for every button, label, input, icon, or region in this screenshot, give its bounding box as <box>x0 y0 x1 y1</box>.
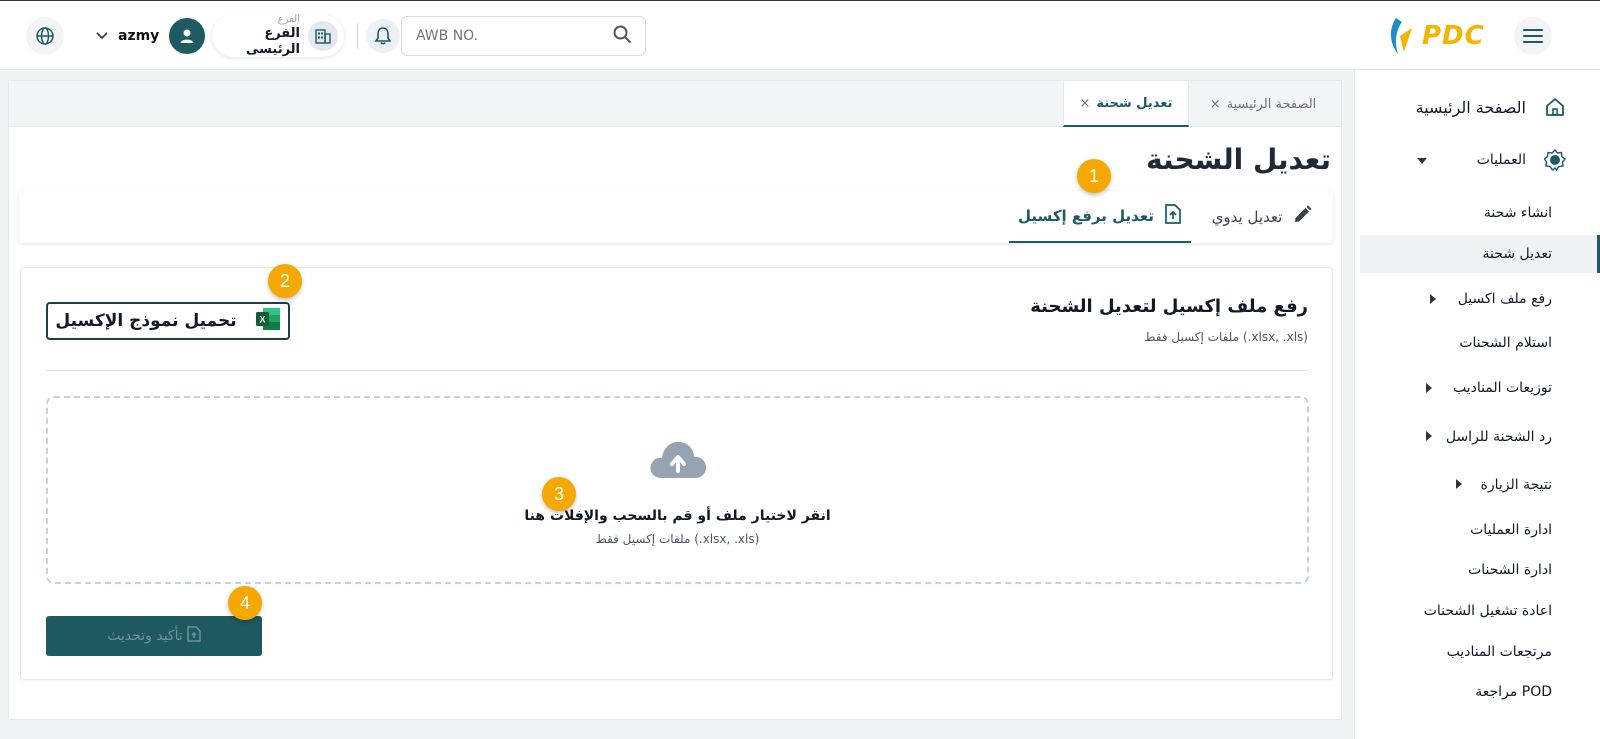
caret-right-icon <box>1426 383 1432 393</box>
sidebar-item-label: مرتجعات المناديب <box>1446 644 1552 660</box>
sidebar: الصفحة الرئيسية العمليات انشاء شحنة تعدي… <box>1354 70 1600 739</box>
sidebar-item-shipments-management[interactable]: ادارة الشحنات <box>1360 551 1600 589</box>
sidebar-item-label: انشاء شحنة <box>1483 205 1552 221</box>
tab-label: تعديل برفع إكسيل <box>1018 207 1154 225</box>
cloud-upload-icon <box>648 438 708 484</box>
button-label: تأكيد وتحديث <box>107 628 183 644</box>
sidebar-item-label: تعديل شحنة <box>1482 246 1552 262</box>
tab-label: الصفحة الرئيسية <box>1226 96 1317 112</box>
logo-mark-icon <box>1390 18 1412 54</box>
branch-selector[interactable]: الفرع الفرع الرئيسى <box>212 14 344 58</box>
new-badge-icon <box>1543 148 1567 175</box>
bell-icon <box>375 27 391 45</box>
sidebar-item-courier-distributions[interactable]: توزيعات المناديب <box>1360 369 1600 407</box>
hamburger-icon <box>1523 29 1543 43</box>
branch-label: الفرع <box>277 14 300 25</box>
sidebar-item-label: ادارة العمليات <box>1470 522 1552 538</box>
top-bar: PDC الفرع الفرع الرئيسى azmy <box>0 0 1600 70</box>
edit-mode-tabs: تعديل يدوي تعديل برفع إكسيل <box>19 191 1333 243</box>
pdc-logo[interactable]: PDC <box>1386 15 1496 57</box>
close-icon[interactable]: × <box>1080 96 1091 111</box>
confirm-update-button[interactable]: تأكيد وتحديث <box>46 616 262 656</box>
excel-icon: X <box>255 307 281 336</box>
sidebar-item-visit-result[interactable]: نتيجة الزيارة <box>1360 466 1600 504</box>
globe-icon <box>36 27 54 45</box>
close-icon[interactable]: × <box>1210 97 1221 112</box>
sidebar-item-label: العمليات <box>1476 152 1526 168</box>
download-template-button[interactable]: تحميل نموذج الإكسيل X <box>46 302 290 340</box>
sidebar-item-label: استلام الشحنات <box>1459 335 1552 351</box>
button-label: تحميل نموذج الإكسيل <box>55 311 237 331</box>
caret-down-icon <box>1417 158 1427 164</box>
step-badge-3: 3 <box>542 477 576 511</box>
upload-title: رفع ملف إكسيل لتعديل الشحنة <box>1030 296 1308 317</box>
sidebar-item-operations-management[interactable]: ادارة العمليات <box>1360 511 1600 549</box>
sidebar-item-label: نتيجة الزيارة <box>1480 477 1552 493</box>
file-upload-icon <box>187 626 201 646</box>
dropzone-main-text: انقر لاختيار ملف أو قم بالسحب والإفلات ه… <box>524 508 831 524</box>
tab-label: تعديل يدوي <box>1211 208 1283 226</box>
tab-excel-upload-edit[interactable]: تعديل برفع إكسيل <box>1009 191 1191 243</box>
building-icon <box>308 21 338 51</box>
divider <box>357 23 358 49</box>
sidebar-item-label: الصفحة الرئيسية <box>1415 97 1526 117</box>
sidebar-item-return-to-sender[interactable]: رد الشحنة للراسل <box>1360 418 1600 456</box>
home-icon <box>1544 96 1566 122</box>
excel-icon-letter: X <box>259 314 265 324</box>
avatar <box>169 18 206 54</box>
menu-button[interactable] <box>1514 17 1552 55</box>
file-dropzone[interactable]: انقر لاختيار ملف أو قم بالسحب والإفلات ه… <box>46 396 1309 584</box>
sidebar-item-reprocess-shipments[interactable]: اعادة تشغيل الشحنات <box>1360 592 1600 630</box>
sidebar-item-home[interactable]: الصفحة الرئيسية <box>1360 88 1600 126</box>
file-upload-icon <box>1164 204 1182 228</box>
user-icon <box>180 29 194 43</box>
dropzone-sub-text: ملفات إكسيل فقط (.xlsx, .xls) <box>595 532 760 546</box>
caret-right-icon <box>1430 294 1436 304</box>
notifications-button[interactable] <box>366 19 400 53</box>
divider <box>45 370 1309 371</box>
page-tabs: × الصفحة الرئيسية × تعديل شحنة <box>9 81 1341 127</box>
language-button[interactable] <box>26 17 64 55</box>
awb-search <box>401 16 646 56</box>
sidebar-item-label: اعادة تشغيل الشحنات <box>1423 603 1552 619</box>
page-title: تعديل الشحنة <box>1146 143 1331 176</box>
sidebar-item-label: مراجعة POD <box>1475 684 1552 700</box>
sidebar-item-pod-review[interactable]: مراجعة POD <box>1360 673 1600 711</box>
sidebar-item-label: ادارة الشحنات <box>1468 562 1552 578</box>
branch-name: الفرع الرئيسى <box>246 26 300 57</box>
sidebar-item-operations[interactable]: العمليات <box>1360 141 1600 179</box>
user-menu[interactable]: azmy <box>96 18 206 54</box>
awb-search-input[interactable] <box>416 28 613 44</box>
pencil-icon <box>1292 205 1312 229</box>
excel-upload-card: رفع ملف إكسيل لتعديل الشحنة ملفات إكسيل … <box>20 267 1333 680</box>
upload-subtitle: ملفات إكسيل فقط (.xlsx, .xls) <box>1144 330 1308 344</box>
logo-text: PDC <box>1422 21 1485 51</box>
sidebar-item-courier-returns[interactable]: مرتجعات المناديب <box>1360 633 1600 671</box>
sidebar-item-upload-excel[interactable]: رفع ملف اكسيل <box>1360 280 1600 318</box>
sidebar-item-label: رد الشحنة للراسل <box>1445 429 1552 445</box>
username: azmy <box>118 28 160 44</box>
sidebar-item-receive-shipments[interactable]: استلام الشحنات <box>1360 324 1600 362</box>
tab-home[interactable]: × الصفحة الرئيسية <box>1189 81 1337 127</box>
main-content: × الصفحة الرئيسية × تعديل شحنة تعديل الش… <box>8 80 1342 720</box>
caret-right-icon <box>1426 431 1432 441</box>
sidebar-item-label: توزيعات المناديب <box>1452 380 1552 396</box>
tab-edit-shipment[interactable]: × تعديل شحنة <box>1063 81 1189 127</box>
step-badge-2: 2 <box>268 264 302 298</box>
sidebar-item-label: رفع ملف اكسيل <box>1457 291 1552 307</box>
sidebar-item-create-shipment[interactable]: انشاء شحنة <box>1360 194 1600 232</box>
caret-right-icon <box>1456 479 1462 489</box>
sidebar-item-edit-shipment[interactable]: تعديل شحنة <box>1360 235 1600 273</box>
tab-manual-edit[interactable]: تعديل يدوي <box>1191 191 1333 243</box>
step-badge-4: 4 <box>228 586 262 620</box>
chevron-down-icon <box>96 32 108 40</box>
tab-label: تعديل شحنة <box>1096 95 1173 111</box>
search-icon[interactable] <box>613 25 631 47</box>
step-badge-1: 1 <box>1077 159 1111 193</box>
branch-text: الفرع الفرع الرئيسى <box>218 14 300 58</box>
